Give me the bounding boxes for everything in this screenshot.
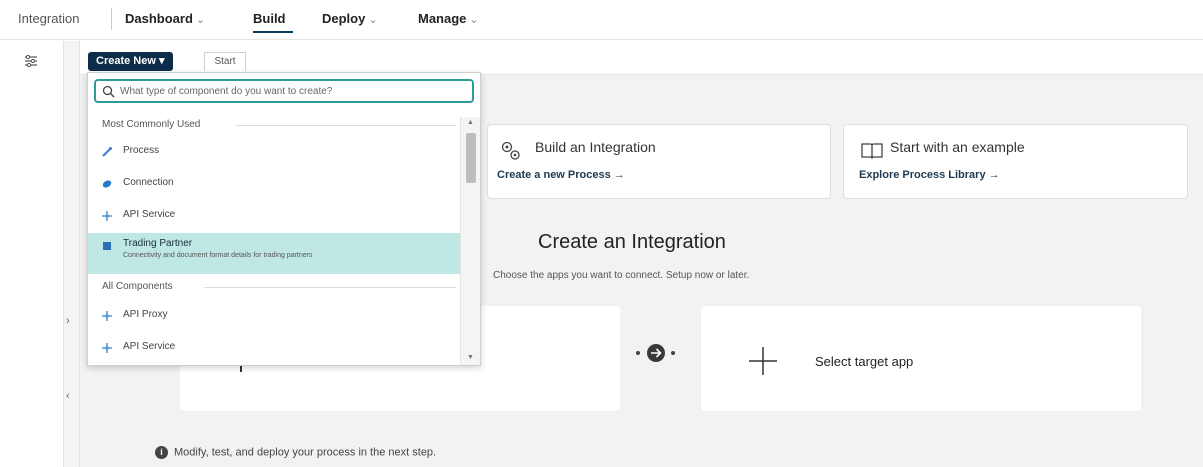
api-proxy-icon — [102, 311, 112, 321]
search-input[interactable] — [120, 83, 460, 99]
nav-build[interactable]: Build — [253, 11, 286, 26]
nav-manage-label: Manage — [418, 11, 467, 26]
api-service-icon — [102, 211, 112, 221]
explore-library-link[interactable]: Explore Process Library → — [859, 169, 1000, 181]
component-panel-rail — [64, 41, 80, 467]
nav-deploy[interactable]: Deploy ⌄ — [322, 11, 378, 26]
active-tab-indicator — [253, 31, 293, 33]
chevron-down-icon: ⌄ — [469, 14, 479, 26]
select-target-label: Select target app — [815, 354, 914, 369]
create-new-button[interactable]: Create New ▾ — [88, 52, 173, 71]
info-icon: i — [155, 446, 168, 459]
book-icon — [861, 143, 883, 159]
menu-item-label: API Service — [123, 209, 176, 220]
section-subtitle: Choose the apps you want to connect. Set… — [493, 270, 750, 281]
menu-item-label: API Proxy — [123, 309, 168, 320]
build-integration-card[interactable]: Build an Integration Create a new Proces… — [487, 124, 831, 199]
footnote: i Modify, test, and deploy your process i… — [155, 446, 436, 459]
card-title: Start with an example — [890, 139, 1025, 155]
connector-arrow-icon — [636, 344, 675, 362]
scroll-up-icon[interactable]: ▲ — [467, 119, 474, 126]
filter-icon[interactable] — [24, 54, 38, 68]
footnote-text: Modify, test, and deploy your process in… — [174, 446, 437, 459]
menu-item-trading-partner[interactable]: Trading Partner Connectivity and documen… — [88, 233, 460, 274]
divider — [236, 125, 456, 126]
component-search[interactable] — [94, 79, 474, 103]
menu-item-label: API Service — [123, 341, 176, 352]
nav-dashboard[interactable]: Dashboard ⌄ — [125, 11, 205, 26]
scroll-down-icon[interactable]: ▼ — [467, 354, 474, 361]
menu-item-label: Connection — [123, 177, 174, 188]
dropdown-scrollbar[interactable]: ▲ ▼ — [460, 117, 480, 365]
api-service-icon — [102, 343, 112, 353]
divider — [204, 287, 456, 288]
menu-item-api-proxy[interactable]: API Proxy — [88, 301, 460, 331]
chevron-down-icon: ⌄ — [195, 14, 206, 26]
nav-brand[interactable]: Integration — [18, 11, 79, 26]
tab-start[interactable]: Start — [204, 52, 246, 71]
nav-divider — [111, 8, 112, 30]
menu-item-connection[interactable]: Connection — [88, 169, 460, 199]
nav-manage[interactable]: Manage ⌄ — [418, 11, 479, 26]
menu-item-description: Connectivity and document format details… — [123, 252, 313, 259]
expand-panel-icon[interactable]: › — [66, 315, 70, 327]
menu-item-process[interactable]: Process — [88, 137, 460, 167]
top-nav: Integration Dashboard ⌄ Build Deploy ⌄ Man… — [0, 0, 1203, 40]
nav-deploy-label: Deploy — [322, 11, 366, 26]
nav-build-label: Build — [253, 11, 286, 26]
group-header-all: All Components — [102, 281, 173, 292]
process-icon — [102, 147, 112, 157]
group-header-common: Most Commonly Used — [102, 119, 201, 130]
nav-dashboard-label: Dashboard — [125, 11, 193, 26]
trading-partner-icon — [103, 242, 111, 250]
menu-item-api-service[interactable]: API Service — [88, 201, 460, 231]
chevron-down-icon: ⌄ — [368, 14, 378, 26]
menu-item-label: Trading Partner — [123, 238, 193, 249]
search-icon — [102, 85, 115, 98]
collapse-panel-icon[interactable]: ‹ — [66, 390, 70, 402]
create-process-link[interactable]: Create a new Process → — [497, 169, 625, 181]
plus-icon — [749, 347, 777, 375]
tab-strip: Create New ▾ Start — [80, 41, 1203, 75]
gears-icon — [501, 141, 520, 160]
scroll-thumb[interactable] — [466, 133, 476, 183]
card-title: Build an Integration — [535, 139, 656, 155]
menu-item-api-service-all[interactable]: API Service — [88, 333, 460, 363]
connection-icon — [102, 180, 112, 188]
start-example-card[interactable]: Start with an example Explore Process Li… — [843, 124, 1188, 199]
create-new-dropdown: Most Commonly Used Process Connection AP… — [87, 72, 481, 366]
left-rail — [0, 41, 64, 467]
section-title: Create an Integration — [538, 231, 726, 253]
menu-item-label: Process — [123, 145, 160, 156]
